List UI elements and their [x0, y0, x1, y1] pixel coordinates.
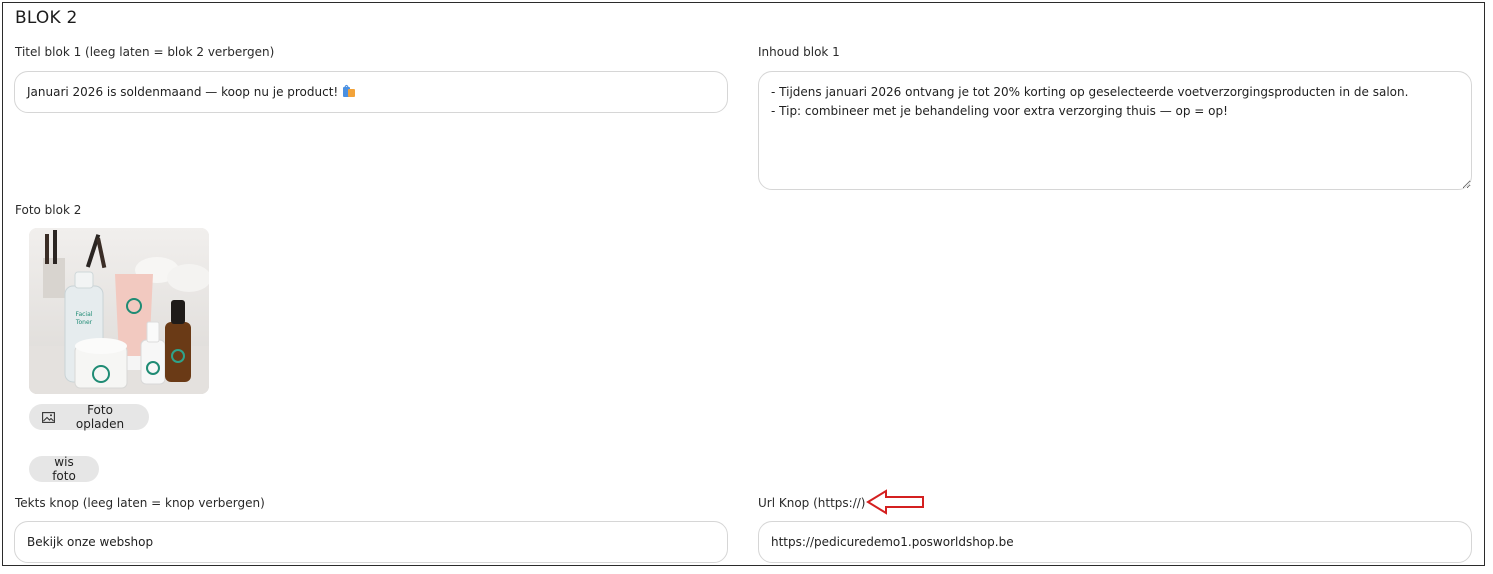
button-url-input-value: https://pedicuredemo1.posworldshop.be: [771, 535, 1014, 549]
title-input[interactable]: Januari 2026 is soldenmaand — koop nu je…: [14, 71, 728, 113]
photo-field-label: Foto blok 2: [15, 203, 82, 217]
svg-text:Facial: Facial: [76, 311, 93, 318]
title-input-value: Januari 2026 is soldenmaand — koop nu je…: [27, 85, 339, 99]
upload-photo-button[interactable]: Foto opladen: [29, 403, 149, 431]
clear-photo-label: wis foto: [52, 455, 76, 483]
product-photo: Facial Toner: [29, 228, 209, 394]
button-url-input[interactable]: https://pedicuredemo1.posworldshop.be: [758, 521, 1472, 563]
content-textarea[interactable]: - Tijdens januari 2026 ontvang je tot 20…: [758, 71, 1472, 190]
clear-photo-button[interactable]: wis foto: [29, 455, 99, 483]
button-text-input[interactable]: Bekijk onze webshop: [14, 521, 728, 563]
content-field-label: Inhoud blok 1: [758, 45, 840, 59]
upload-photo-label: Foto opladen: [75, 403, 125, 431]
red-arrow-left-icon: [866, 489, 926, 519]
title-field-label: Titel blok 1 (leeg laten = blok 2 verber…: [15, 45, 275, 59]
button-text-input-value: Bekijk onze webshop: [27, 535, 154, 549]
button-url-field-label: Url Knop (https://): [758, 496, 866, 510]
svg-text:Toner: Toner: [75, 319, 93, 326]
section-title: BLOK 2: [15, 8, 78, 28]
button-text-field-label: Tekts knop (leeg laten = knop verbergen): [15, 496, 265, 510]
image-icon: [42, 411, 55, 423]
shopping-bag-icon: [342, 74, 356, 114]
